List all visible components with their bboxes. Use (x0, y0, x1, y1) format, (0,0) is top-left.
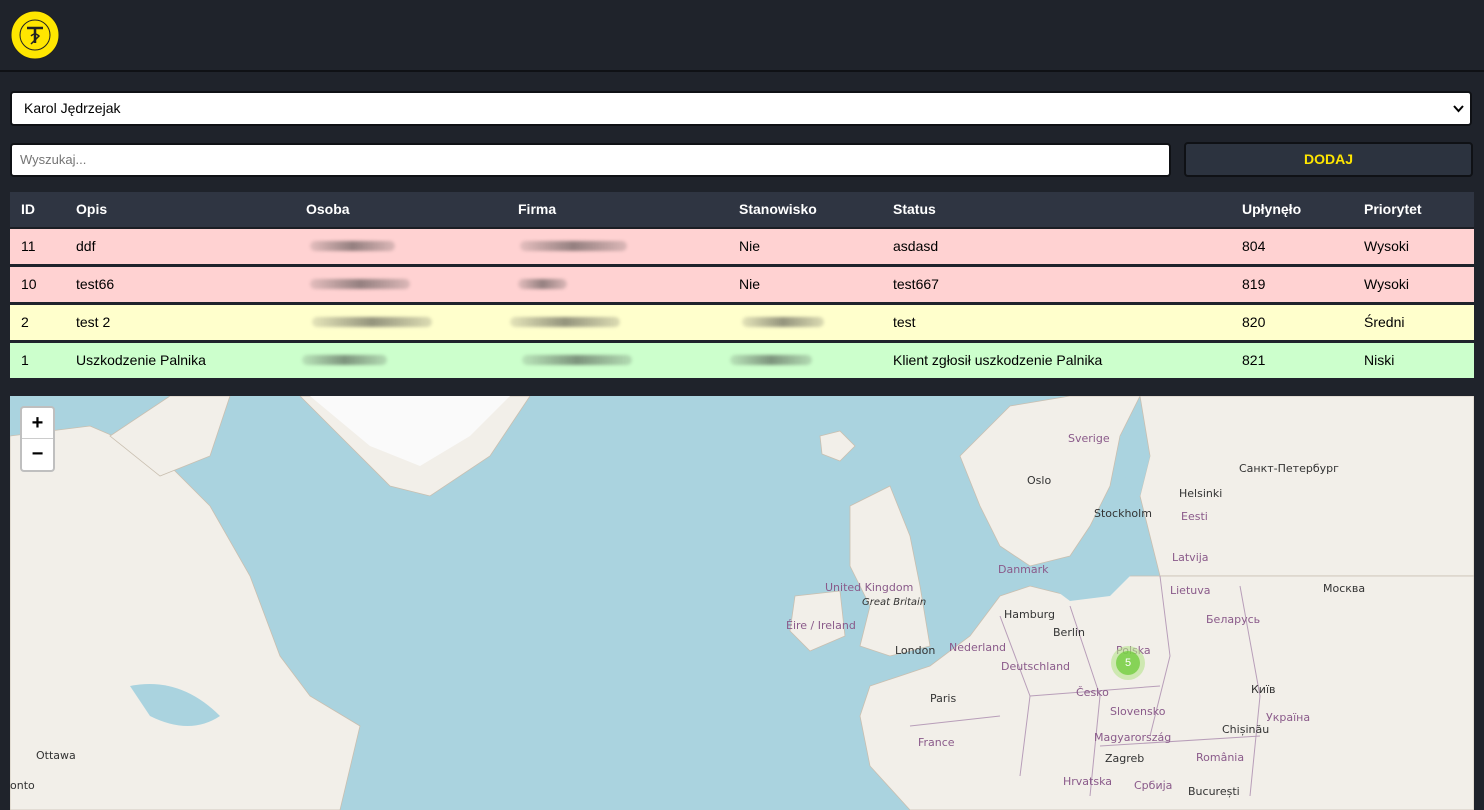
header-id[interactable]: ID (21, 192, 35, 227)
header-firma[interactable]: Firma (518, 192, 556, 227)
table-row[interactable]: 10 test66 Nie test667 819 Wysoki (10, 267, 1474, 305)
cell-osoba-redacted (310, 279, 410, 289)
search-input[interactable]: Wyszukaj... (10, 143, 1171, 177)
cell-status: Klient zgłosił uszkodzenie Palnika (893, 352, 1103, 368)
cell-uplynelo: 804 (1242, 238, 1266, 254)
map-label: Ottawa (36, 749, 76, 762)
map-label: Chișinău (1222, 723, 1270, 736)
map-background (10, 396, 1474, 810)
zoom-out-button[interactable]: − (22, 439, 53, 469)
marker-cluster[interactable]: 5 (1111, 646, 1145, 680)
cell-uplynelo: 820 (1242, 314, 1266, 330)
map-label: Hamburg (1004, 608, 1055, 621)
cell-osoba-redacted (310, 241, 395, 251)
top-bar (0, 0, 1484, 72)
reports-table: ID Opis Osoba Firma Stanowisko Status Up… (10, 192, 1474, 378)
chevron-down-icon (1453, 105, 1464, 113)
map-label: Great Britain (862, 597, 927, 608)
map-label: Latvija (1172, 551, 1209, 564)
cell-id: 2 (21, 314, 29, 330)
search-placeholder: Wyszukaj... (20, 152, 87, 167)
cell-opis: Uszkodzenie Palnika (76, 352, 206, 368)
cell-uplynelo: 821 (1242, 352, 1266, 368)
cell-opis: ddf (76, 238, 96, 254)
map-label: Беларусь (1206, 613, 1261, 626)
cell-priorytet: Wysoki (1364, 238, 1409, 254)
map-label: onto (10, 779, 35, 792)
map-label: Stockholm (1094, 507, 1152, 520)
technika-spawalnicza-logo[interactable] (10, 10, 60, 60)
map-label: Berlin (1053, 626, 1085, 639)
header-osoba[interactable]: Osoba (306, 192, 350, 227)
map-label: Србија (1134, 779, 1173, 792)
header-stanowisko[interactable]: Stanowisko (739, 192, 817, 227)
table-row[interactable]: 11 ddf Nie asdasd 804 Wysoki (10, 229, 1474, 267)
map-label: France (918, 736, 955, 749)
header-uplynelo[interactable]: Upłynęło (1242, 192, 1301, 227)
cell-id: 1 (21, 352, 29, 368)
map-label: Lietuva (1170, 584, 1211, 597)
map[interactable]: Sverige Oslo Helsinki Санкт-Петербург St… (10, 396, 1474, 810)
cell-stanowisko: Nie (739, 238, 761, 254)
map-label: Hrvatska (1063, 775, 1113, 788)
cell-status: test (893, 314, 916, 330)
add-button[interactable]: DODAJ (1184, 142, 1473, 177)
map-label: Eesti (1181, 510, 1208, 523)
map-label: Україна (1266, 711, 1311, 724)
person-select[interactable]: Karol Jędrzejak (10, 91, 1472, 126)
cell-opis: test 2 (76, 314, 111, 330)
map-label: România (1196, 751, 1245, 764)
map-label: Magyarország (1094, 731, 1172, 744)
cell-id: 10 (21, 276, 37, 292)
cell-osoba-redacted (302, 355, 387, 365)
cell-status: asdasd (893, 238, 939, 254)
map-label: Київ (1251, 683, 1276, 696)
map-label: Helsinki (1179, 487, 1223, 500)
map-label: Paris (930, 692, 957, 705)
map-label: București (1188, 785, 1240, 798)
zoom-in-button[interactable]: + (22, 408, 53, 439)
cell-priorytet: Wysoki (1364, 276, 1409, 292)
map-label: Česko (1076, 686, 1109, 699)
map-label: United Kingdom (825, 581, 914, 594)
header-status[interactable]: Status (893, 192, 936, 227)
map-label: Москва (1323, 582, 1366, 595)
cell-opis: test66 (76, 276, 115, 292)
map-label: London (895, 644, 936, 657)
cell-id: 11 (21, 238, 36, 254)
cell-uplynelo: 819 (1242, 276, 1266, 292)
map-label: Zagreb (1105, 752, 1145, 765)
cell-priorytet: Średni (1364, 314, 1405, 330)
zoom-control: + − (20, 406, 55, 472)
map-label: Oslo (1027, 474, 1052, 487)
cell-stanowisko-redacted (742, 317, 824, 327)
table-row[interactable]: 2 test 2 test 820 Średni (10, 305, 1474, 343)
map-label: Санкт-Петербург (1239, 462, 1339, 475)
cell-firma-redacted (518, 279, 567, 289)
cell-osoba-redacted (312, 317, 432, 327)
map-label: Nederland (949, 641, 1007, 654)
map-label: Éire / Ireland (786, 619, 856, 632)
header-opis[interactable]: Opis (76, 192, 107, 227)
cell-stanowisko: Nie (739, 276, 761, 292)
cell-priorytet: Niski (1364, 352, 1395, 368)
map-label: Deutschland (1001, 660, 1071, 673)
marker-cluster-count: 5 (1116, 651, 1140, 675)
cell-status: test667 (893, 276, 939, 292)
cell-firma-redacted (510, 317, 620, 327)
person-select-value: Karol Jędrzejak (24, 100, 121, 116)
cell-firma-redacted (522, 355, 632, 365)
cell-firma-redacted (520, 241, 627, 251)
header-priorytet[interactable]: Priorytet (1364, 192, 1422, 227)
table-header: ID Opis Osoba Firma Stanowisko Status Up… (10, 192, 1474, 229)
map-label: Slovensko (1110, 705, 1166, 718)
map-label: Danmark (998, 563, 1049, 576)
table-row[interactable]: 1 Uszkodzenie Palnika Klient zgłosił usz… (10, 343, 1474, 378)
map-label: Sverige (1068, 432, 1110, 445)
cell-stanowisko-redacted (730, 355, 812, 365)
